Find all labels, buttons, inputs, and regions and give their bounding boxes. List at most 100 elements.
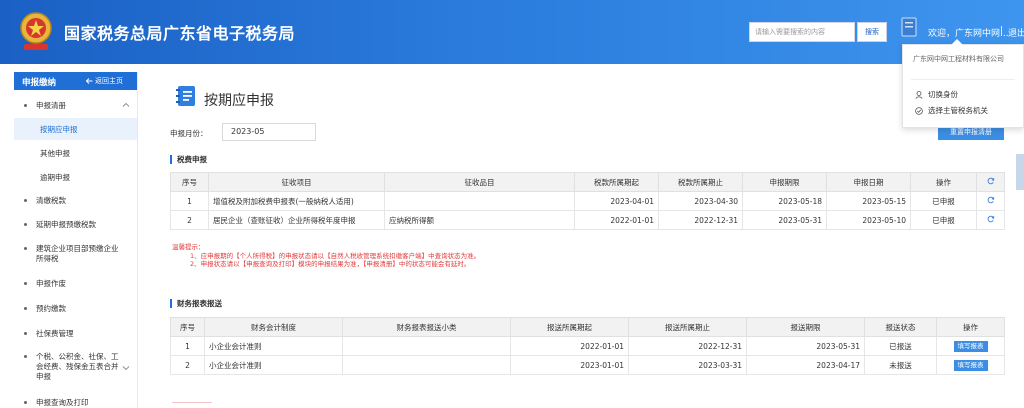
- back-home-link[interactable]: 返回主页: [86, 76, 123, 86]
- col-report-subtype: 财务报表报送小类: [342, 317, 511, 337]
- bullet-icon: [24, 223, 27, 226]
- message-icon[interactable]: [900, 16, 918, 38]
- col-report-period-end: 报送所属期止: [628, 317, 747, 337]
- sidebar-item-label: 延期申报预缴税款: [36, 220, 96, 229]
- sidebar-subitem-scheduled[interactable]: 按期应申报: [14, 118, 137, 140]
- sidebar-item-construction-prepay[interactable]: 建筑企业项目部预缴企业所得税: [14, 244, 137, 266]
- cell-report-subtype: [342, 336, 511, 356]
- cell-levy-category: [384, 191, 575, 211]
- table-header-row: 序号 征收项目 征收品目 税款所属期起 税款所属期止 申报期限 申报日期 操作: [170, 172, 1005, 192]
- cell-deadline: 2023-05-18: [742, 191, 827, 211]
- period-input[interactable]: 2023-05: [222, 123, 316, 141]
- user-icon: [915, 90, 923, 99]
- cell-declare-date: 2023-05-15: [826, 191, 911, 211]
- finance-section-title: 财务报表报送: [170, 299, 222, 308]
- cell-report-subtype: [342, 355, 511, 375]
- check-circle-icon: [915, 106, 923, 115]
- cell-levy-item: 增值税及附加税费申报表(一般纳税人适用): [208, 191, 385, 211]
- cell-period-start: 2023-04-01: [574, 191, 659, 211]
- col-period-end: 税款所属期止: [658, 172, 743, 192]
- bullet-icon: [24, 104, 27, 107]
- search-button[interactable]: 搜索: [857, 22, 887, 42]
- bullet-icon: [24, 199, 27, 202]
- table-header-row: 序号 财务会计制度 财务报表报送小类 报送所属期起 报送所属期止 报送期限 报送…: [170, 317, 1005, 337]
- cell-period-end: 2023-04-30: [658, 191, 743, 211]
- sidebar-item-label: 预约缴款: [36, 304, 66, 313]
- refresh-icon[interactable]: [987, 196, 995, 204]
- sidebar-subitem-other[interactable]: 其他申报: [14, 142, 137, 164]
- sidebar-item-void[interactable]: 申报作废: [14, 279, 137, 291]
- refresh-cell[interactable]: [976, 210, 1005, 230]
- bullet-icon: [24, 355, 27, 358]
- sidebar-item-declaration-list[interactable]: 申报清册: [14, 101, 137, 113]
- refresh-header-cell[interactable]: [976, 172, 1005, 192]
- cell-operation: 填写报表: [936, 336, 1005, 356]
- sidebar-item-query-print[interactable]: 申报查询及打印: [14, 398, 137, 408]
- dropdown-divider: [911, 79, 1015, 80]
- cell-index: 2: [170, 210, 209, 230]
- table-row: 2 居民企业（查账征收）企业所得税年度申报 应纳税所得额 2022-01-01 …: [170, 210, 1005, 230]
- refresh-icon[interactable]: [987, 215, 995, 223]
- sidebar-item-label: 清缴税款: [36, 196, 66, 205]
- refresh-cell[interactable]: [976, 191, 1005, 211]
- bullet-icon: [24, 332, 27, 335]
- finance-report-table: 序号 财务会计制度 财务报表报送小类 报送所属期起 报送所属期止 报送期限 报送…: [170, 317, 1005, 375]
- select-tax-authority-item[interactable]: 选择主管税务机关: [915, 105, 988, 116]
- tips-line: 2、申报状态请以【申报查询及打印】模块的申报结果为准，【申报清册】中的状态可能会…: [190, 260, 471, 268]
- cell-operation: 填写报表: [936, 355, 1005, 375]
- col-period-start: 税款所属期起: [574, 172, 659, 192]
- cell-index: 2: [170, 355, 205, 375]
- top-header: 国家税务总局广东省电子税务局 搜索 欢迎，广东网中网... | 退出: [0, 0, 1024, 64]
- search-input[interactable]: [749, 22, 855, 42]
- header-separator: |: [1000, 26, 1004, 36]
- cell-report-period-end: 2022-12-31: [628, 336, 747, 356]
- user-company-name: 广东网中网工程材料有限公司: [913, 55, 1004, 63]
- col-declare-date: 申报日期: [826, 172, 911, 192]
- dropdown-caret: [951, 39, 963, 45]
- sidebar-item-label: 申报查询及打印: [36, 398, 89, 407]
- cell-accounting-system: 小企业会计准则: [204, 355, 343, 375]
- sidebar-item-five-in-one[interactable]: 个税、公积金、社保、工会经费、残保金五表合并申报: [14, 352, 137, 384]
- col-levy-category: 征收品目: [384, 172, 575, 192]
- fill-report-button[interactable]: 填写报表: [953, 359, 988, 371]
- switch-identity-item[interactable]: 切换身份: [915, 89, 958, 100]
- cell-report-period-start: 2022-01-01: [510, 336, 629, 356]
- sidebar-item-clear-tax[interactable]: 清缴税款: [14, 196, 137, 208]
- cell-index: 1: [170, 336, 205, 356]
- sidebar-title: 申报缴纳: [22, 78, 57, 88]
- sidebar-item-label: 建筑企业项目部预缴企业所得税: [36, 244, 119, 263]
- cell-report-deadline: 2023-04-17: [746, 355, 865, 375]
- sidebar-subitem-label: 按期应申报: [40, 125, 78, 134]
- cell-status: 已申报: [910, 210, 977, 230]
- sidebar-subitem-overdue[interactable]: 逾期申报: [14, 166, 137, 188]
- user-dropdown-menu: 广东网中网工程材料有限公司 切换身份 选择主管税务机关: [902, 39, 1024, 128]
- fill-report-button[interactable]: 填写报表: [953, 340, 988, 352]
- cell-report-period-end: 2023-03-31: [628, 355, 747, 375]
- sidebar-item-deferred[interactable]: 延期申报预缴税款: [14, 220, 137, 232]
- col-report-status: 报送状态: [864, 317, 937, 337]
- cell-accounting-system: 小企业会计准则: [204, 336, 343, 356]
- side-float-tab[interactable]: [1016, 154, 1024, 190]
- tax-section-title: 税费申报: [170, 155, 207, 164]
- col-levy-item: 征收项目: [208, 172, 385, 192]
- tax-emblem-logo: [20, 12, 52, 50]
- refresh-icon[interactable]: [987, 177, 995, 185]
- sidebar-item-label: 个税、公积金、社保、工会经费、残保金五表合并申报: [36, 352, 119, 381]
- back-arrow-icon: [86, 78, 93, 84]
- sidebar-subitem-label: 其他申报: [40, 149, 70, 158]
- col-operation: 操作: [936, 317, 1005, 337]
- logout-link[interactable]: 退出: [1008, 26, 1024, 39]
- sidebar-item-label: 社保费管理: [36, 329, 74, 338]
- sidebar-item-social-security[interactable]: 社保费管理: [14, 329, 137, 341]
- table-row: 1 小企业会计准则 2022-01-01 2022-12-31 2023-05-…: [170, 336, 1005, 356]
- cell-report-period-start: 2023-01-01: [510, 355, 629, 375]
- cell-report-status: 未报送: [864, 355, 937, 375]
- sidebar-item-appointment[interactable]: 预约缴款: [14, 304, 137, 316]
- welcome-user-link[interactable]: 欢迎，广东网中网...: [928, 26, 1009, 39]
- cell-report-deadline: 2023-05-31: [746, 336, 865, 356]
- cell-status: 已申报: [910, 191, 977, 211]
- chevron-up-icon: [122, 102, 130, 107]
- chevron-down-icon: [122, 366, 130, 371]
- col-report-period-start: 报送所属期起: [510, 317, 629, 337]
- cell-levy-category: 应纳税所得额: [384, 210, 575, 230]
